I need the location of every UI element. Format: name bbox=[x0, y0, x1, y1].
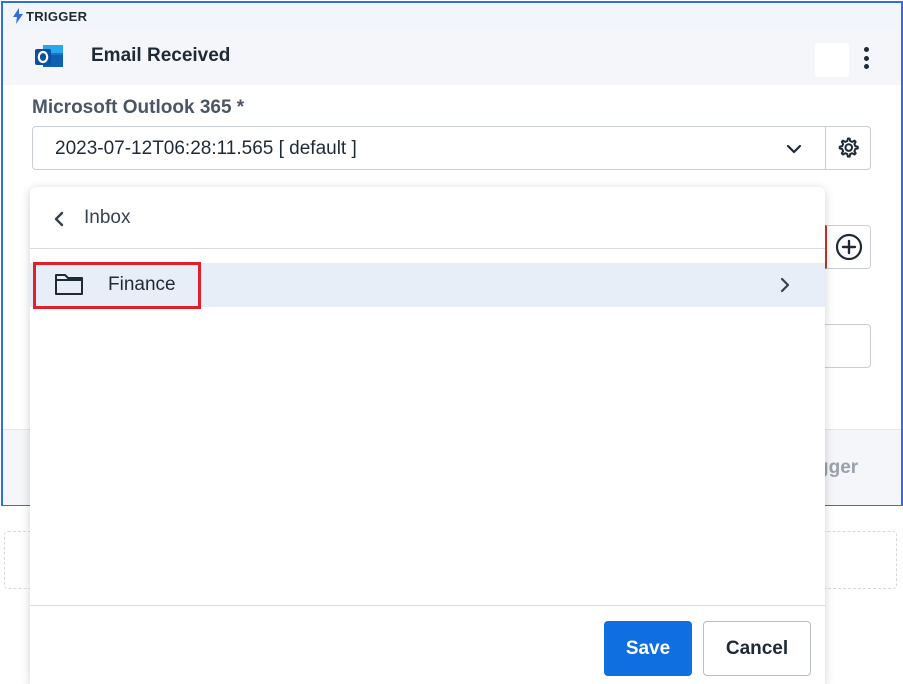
trigger-strip: TRIGGER bbox=[3, 3, 901, 29]
trigger-title: Email Received bbox=[91, 45, 231, 66]
trigger-header: Email Received bbox=[3, 29, 901, 85]
folder-picker-dropdown: Inbox Finance Save Cancel bbox=[30, 187, 825, 684]
add-button[interactable] bbox=[825, 225, 871, 269]
chevron-down-icon[interactable] bbox=[785, 140, 803, 158]
connection-label: Microsoft Outlook 365 * bbox=[32, 97, 245, 118]
chevron-right-icon[interactable] bbox=[778, 276, 792, 294]
gear-icon bbox=[838, 137, 859, 158]
folder-picker-footer: Save Cancel bbox=[30, 605, 825, 684]
plus-circle-icon bbox=[835, 233, 862, 261]
chevron-left-icon[interactable] bbox=[52, 210, 66, 228]
kebab-menu-icon[interactable] bbox=[861, 45, 871, 71]
lightning-bolt-icon bbox=[13, 8, 23, 24]
connection-settings-button[interactable] bbox=[825, 126, 871, 170]
cancel-button[interactable]: Cancel bbox=[703, 621, 811, 676]
side-input-field[interactable] bbox=[825, 324, 871, 368]
save-button[interactable]: Save bbox=[604, 621, 692, 676]
current-folder-label: Inbox bbox=[84, 207, 131, 228]
connection-select[interactable]: 2023-07-12T06:28:11.565 [ default ] bbox=[32, 126, 826, 170]
folder-picker-header[interactable]: Inbox bbox=[30, 187, 825, 249]
annotation-highlight-box bbox=[33, 262, 201, 309]
header-blank-slot bbox=[815, 43, 849, 77]
outlook-icon bbox=[35, 45, 63, 67]
trigger-tag: TRIGGER bbox=[13, 8, 87, 24]
trigger-tag-label: TRIGGER bbox=[26, 8, 88, 24]
connection-value: 2023-07-12T06:28:11.565 [ default ] bbox=[55, 138, 357, 159]
